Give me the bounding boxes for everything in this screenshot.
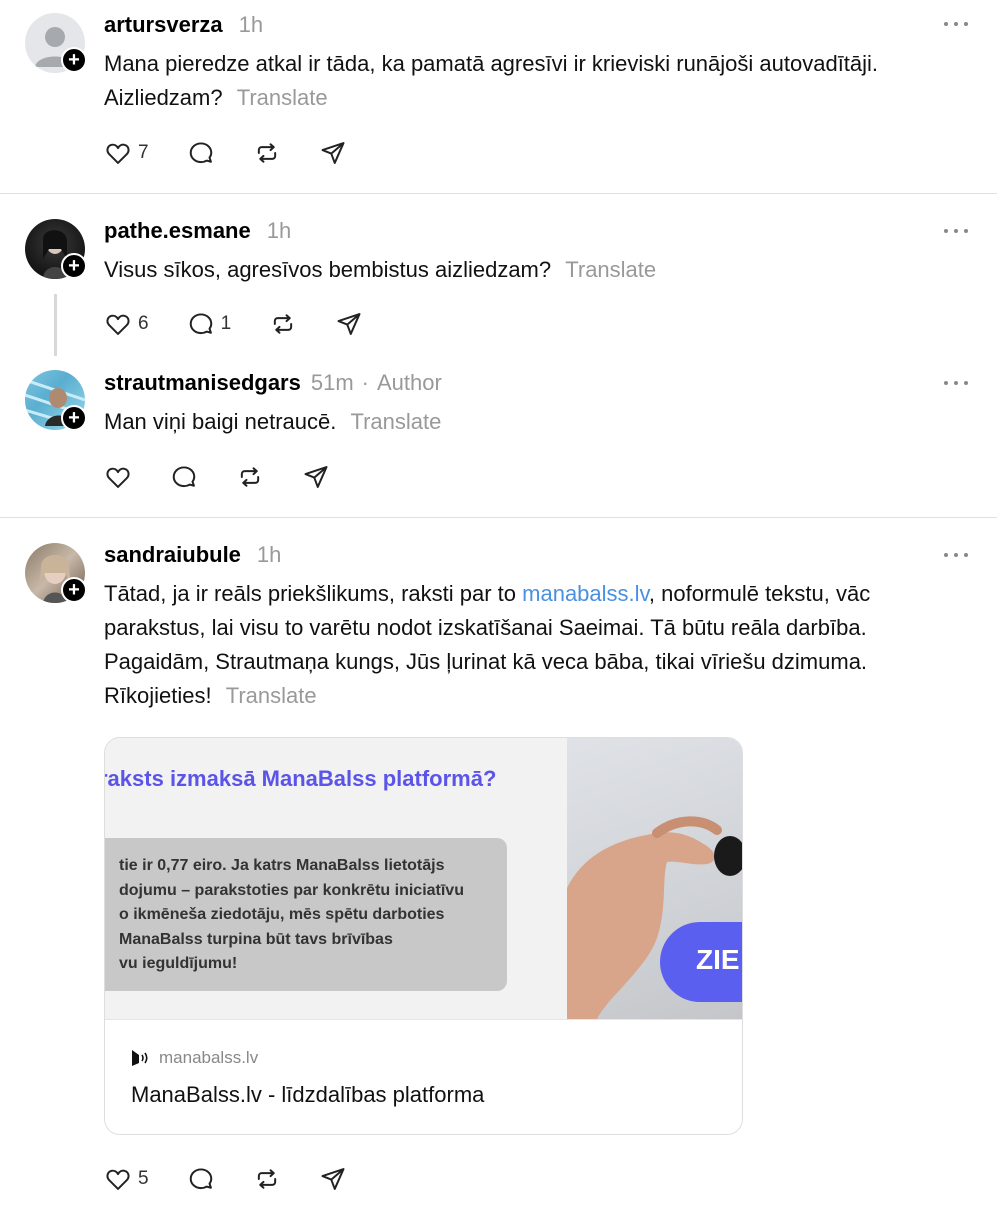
reply-count: 1 [220,313,232,334]
link-preview-footer: manabalss.lv ManaBalss.lv - līdzdalības … [105,1019,742,1134]
link-domain: manabalss.lv [131,1048,258,1068]
translate-link[interactable]: Translate [350,409,441,434]
post-body: Mana pieredze atkal ir tāda, ka pamatā a… [104,51,879,110]
username[interactable]: artursverza [104,12,223,38]
preview-donate-button: ZIE [660,922,742,1002]
repost-button[interactable] [253,1165,281,1193]
repost-icon [257,1169,276,1189]
like-button[interactable]: 5 [104,1165,149,1193]
follow-plus-button[interactable]: + [61,577,87,603]
post: + pathe.esmane 1h Visus sīkos, agresīvos… [0,194,997,356]
manabalss-link[interactable]: manabalss.lv [522,581,649,606]
heart-icon [106,143,130,164]
like-count: 5 [138,1168,149,1189]
manabalss-logo-icon [132,1050,148,1066]
send-icon [321,1168,345,1190]
preview-line: tie ir 0,77 eiro. Ja katrs ManaBalss lie… [119,857,445,874]
post-text: Visus sīkos, agresīvos bembistus aizlied… [104,253,964,287]
username[interactable]: strautmanisedgars [104,370,301,396]
like-button[interactable]: 6 [104,310,149,338]
repost-button[interactable] [253,139,281,167]
reply-button[interactable]: 1 [187,310,232,338]
repost-icon [273,314,293,334]
comment-icon [172,466,196,488]
reply-button[interactable] [187,139,215,167]
username[interactable]: pathe.esmane [104,218,251,244]
post-body: Tātad, ja ir reāls priekšlikums, raksti … [104,581,523,606]
link-preview-card[interactable]: raksts izmaksā ManaBalss platformā? tie … [104,737,743,1135]
preview-line: ManaBalss turpina būt tavs brīvības [119,930,393,948]
domain-text: manabalss.lv [159,1048,259,1067]
like-count: 7 [138,142,149,163]
more-options-icon[interactable] [944,226,968,236]
share-button[interactable] [319,1165,347,1193]
follow-plus-button[interactable]: + [61,405,87,431]
post-header: strautmanisedgars 51m · Author [104,370,442,396]
username[interactable]: sandraiubule [104,542,241,568]
post-body: Man viņi baigi netraucē. [104,409,337,434]
timestamp[interactable]: 1h [257,542,281,568]
like-button[interactable] [104,463,132,491]
timestamp[interactable]: 51m [311,370,354,396]
comment-icon [189,313,212,335]
like-button[interactable]: 7 [104,139,149,167]
preview-image-textbox: tie ir 0,77 eiro. Ja katrs ManaBalss lie… [105,838,507,991]
post-text: Man viņi baigi netraucē. Translate [104,405,964,439]
preview-image-heading: raksts izmaksā ManaBalss platformā? [105,766,497,791]
post-header: sandraiubule 1h [104,542,281,568]
translate-link[interactable]: Translate [565,257,656,282]
heart-icon [106,314,130,335]
thread-line [54,294,57,356]
reply-button[interactable] [170,463,198,491]
like-count: 6 [138,313,149,334]
share-button[interactable] [319,139,347,167]
separator-dot: · [361,370,369,395]
post-body: Visus sīkos, agresīvos bembistus aizlied… [104,257,552,282]
author-badge: Author [376,370,442,395]
repost-icon [257,143,276,163]
post: + artursverza 1h Mana pieredze atkal ir … [0,0,997,193]
repost-icon [240,467,260,487]
send-icon [321,142,345,164]
share-button[interactable] [302,463,330,491]
post: + strautmanisedgars 51m · Author Man viņ… [0,355,997,517]
comment-icon [189,1168,212,1190]
repost-button[interactable] [236,463,264,491]
follow-plus-button[interactable]: + [61,253,87,279]
post-actions [104,462,368,492]
post-header: pathe.esmane 1h [104,218,291,244]
post-actions: 6 1 [104,309,401,339]
timestamp[interactable]: 1h [239,12,263,38]
translate-link[interactable]: Translate [237,85,328,110]
preview-line: vu ieguldījumu! [119,955,238,972]
repost-button[interactable] [269,310,297,338]
post-actions: 5 [104,1164,385,1194]
preview-line: o ikmēneša ziedotāju, mēs spētu darbotie… [119,906,445,923]
preview-line: dojumu – parakstoties par konkrētu inici… [119,881,464,899]
comment-icon [189,142,212,164]
translate-link[interactable]: Translate [226,683,317,708]
post-text: Mana pieredze atkal ir tāda, ka pamatā a… [104,47,964,115]
share-button[interactable] [335,310,363,338]
timestamp[interactable]: 1h [267,218,291,244]
heart-icon [106,1169,130,1190]
send-icon [304,466,328,488]
more-options-icon[interactable] [944,19,968,29]
follow-plus-button[interactable]: + [61,47,87,73]
post-text: Tātad, ja ir reāls priekšlikums, raksti … [104,577,964,713]
post-actions: 7 [104,138,385,168]
more-options-icon[interactable] [944,378,968,388]
heart-icon [106,467,130,488]
more-options-icon[interactable] [944,550,968,560]
link-preview-image: raksts izmaksā ManaBalss platformā? tie … [105,738,742,1019]
link-title: ManaBalss.lv - līdzdalības platforma [131,1082,485,1107]
reply-button[interactable] [187,1165,215,1193]
send-icon [337,313,361,335]
post-header: artursverza 1h [104,12,263,38]
